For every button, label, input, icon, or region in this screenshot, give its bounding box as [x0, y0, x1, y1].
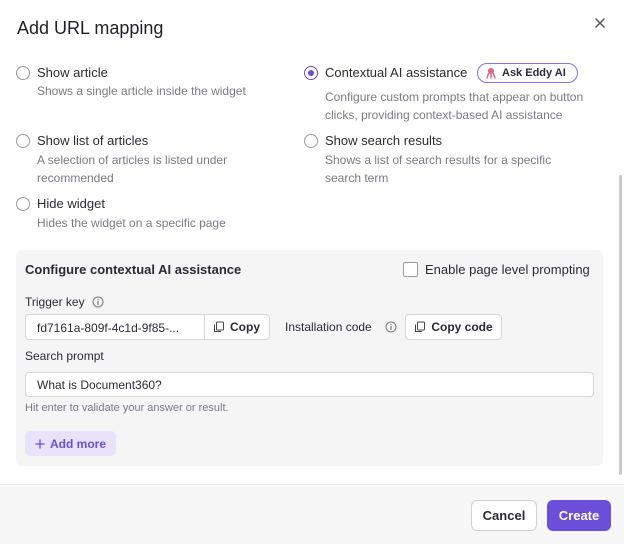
panel-title: Configure contextual AI assistance	[25, 262, 242, 277]
trigger-key-value: fd7161a-809f-4c1d-9f85-...	[37, 321, 180, 335]
info-icon[interactable]	[385, 321, 397, 333]
copy-code-button[interactable]: Copy code	[405, 314, 502, 340]
divider	[204, 315, 205, 339]
radio-show-article[interactable]	[16, 66, 30, 80]
badge-label: Ask Eddy AI	[502, 67, 566, 79]
option-description: Shows a single article inside the widget	[37, 84, 246, 98]
copy-label: Copy	[230, 320, 260, 334]
option-title: Hide widget	[37, 196, 105, 211]
cancel-button[interactable]: Cancel	[471, 500, 537, 531]
ask-eddy-ai-badge[interactable]: Ask Eddy AI	[477, 63, 578, 83]
copy-trigger-key-button[interactable]: Copy	[213, 320, 260, 334]
search-prompt-input[interactable]	[25, 372, 594, 397]
copy-code-label: Copy code	[431, 320, 493, 334]
create-button[interactable]: Create	[547, 500, 611, 531]
option-title: Contextual AI assistance	[325, 65, 468, 80]
page-level-prompting-label[interactable]: Enable page level prompting	[425, 262, 590, 277]
page-level-prompting-checkbox[interactable]	[403, 262, 418, 277]
copy-icon	[214, 321, 224, 332]
dialog-title: Add URL mapping	[17, 18, 164, 38]
trigger-key-field[interactable]: fd7161a-809f-4c1d-9f85-... Copy	[25, 314, 270, 340]
copy-icon	[415, 321, 426, 332]
plus-icon	[35, 438, 45, 449]
add-more-label: Add more	[49, 436, 106, 451]
option-description: A selection of articles is listed under …	[37, 153, 228, 185]
installation-code-label: Installation code	[285, 320, 372, 334]
add-url-mapping-dialog: Add URL mapping Show article Shows a sin…	[0, 0, 624, 544]
option-description: Shows a list of search results for a spe…	[325, 153, 552, 185]
option-description: Hides the widget on a specific page	[37, 216, 226, 230]
scrollbar[interactable]	[619, 175, 622, 475]
search-prompt-label: Search prompt	[25, 349, 104, 363]
option-description: Configure custom prompts that appear on …	[325, 90, 584, 122]
add-more-button[interactable]: Add more	[25, 431, 116, 456]
radio-show-search-results[interactable]	[304, 134, 318, 148]
option-title: Show article	[37, 65, 108, 80]
close-icon[interactable]	[591, 14, 609, 32]
option-title: Show list of articles	[37, 133, 149, 148]
search-prompt-hint: Hit enter to validate your answer or res…	[25, 402, 229, 414]
radio-contextual-ai[interactable]	[304, 66, 318, 80]
radio-show-list[interactable]	[16, 134, 30, 148]
info-icon[interactable]	[92, 296, 104, 308]
radio-hide-widget[interactable]	[16, 197, 30, 211]
option-title: Show search results	[325, 133, 443, 148]
eddy-ai-icon	[486, 68, 496, 79]
trigger-key-label: Trigger key	[25, 295, 85, 309]
